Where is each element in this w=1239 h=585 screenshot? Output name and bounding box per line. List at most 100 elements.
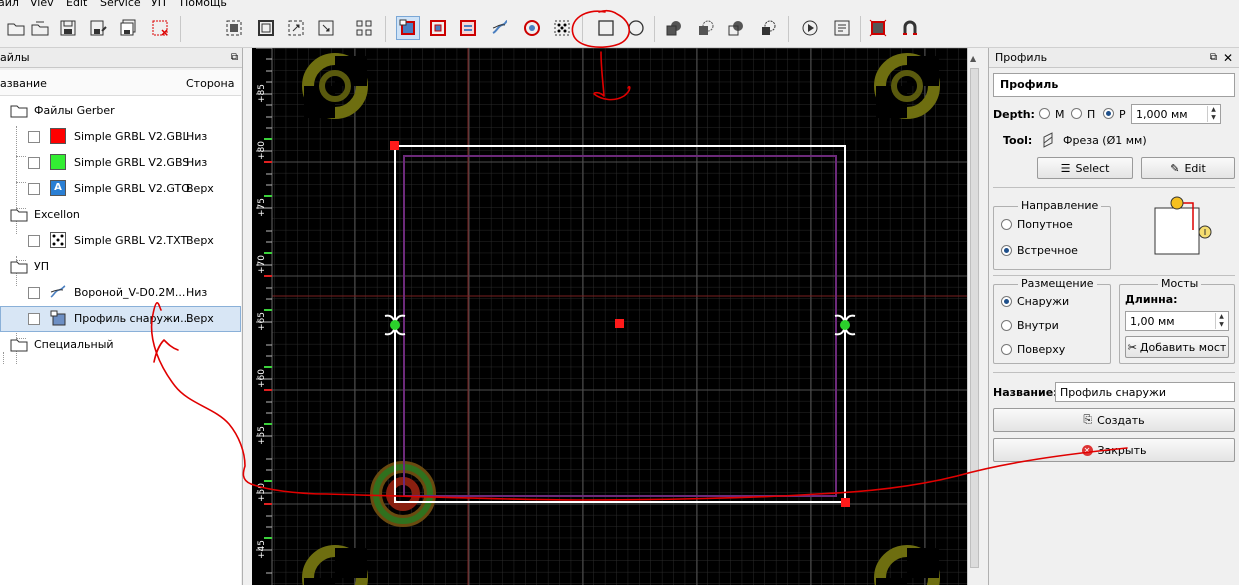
header-side[interactable]: Сторона <box>186 77 234 90</box>
zoom-region-icon[interactable] <box>314 16 338 40</box>
circle-shape-icon[interactable] <box>624 16 648 40</box>
zoom-selection-icon[interactable] <box>284 16 308 40</box>
union-icon[interactable] <box>662 16 686 40</box>
tree-row-txt[interactable]: Simple GRBL V2.TXT Верх <box>0 228 241 254</box>
ruler-label: +65 <box>257 312 267 331</box>
close-file-icon[interactable] <box>148 16 172 40</box>
tree-row-gbl[interactable]: Simple GRBL V2.GBL Низ <box>0 124 241 150</box>
tree-group-excellon[interactable]: Excellon <box>0 202 241 228</box>
select-button[interactable]: ☰ Select <box>1037 157 1133 179</box>
tree-group-toolpaths[interactable]: УП <box>0 254 241 280</box>
close-circle-icon: ✕ <box>1081 444 1093 456</box>
tree-side: Низ <box>186 130 208 143</box>
placement-radio-inside[interactable] <box>1001 320 1012 331</box>
cutter-icon <box>1043 132 1053 148</box>
create-button[interactable]: ⎘ Создать <box>993 408 1235 432</box>
menu-service[interactable]: Service <box>100 0 141 10</box>
canvas-scrollbar[interactable]: ▲ <box>967 48 981 585</box>
tree-row-voronoi[interactable]: Вороной_V-D0.2M... Низ <box>0 280 241 306</box>
visibility-checkbox[interactable] <box>28 313 40 325</box>
area-tool-icon[interactable] <box>456 16 480 40</box>
depth-radio-r[interactable] <box>1103 108 1114 119</box>
menu-file[interactable]: айл <box>0 0 19 10</box>
tree-row-gto[interactable]: A Simple GRBL V2.GTO Верх <box>0 176 241 202</box>
ruler-label: +70 <box>257 255 267 274</box>
tree-group-gerber[interactable]: Файлы Gerber <box>0 98 241 124</box>
close-button[interactable]: ✕ Закрыть <box>993 438 1235 462</box>
tree-header: азвание Сторона <box>0 70 241 96</box>
save-as-icon[interactable] <box>86 16 110 40</box>
pcb-canvas[interactable]: +85 +80 +75 +70 +65 +60 +55 +50 +45 <box>252 48 967 585</box>
board-outline-icon[interactable] <box>866 16 890 40</box>
zoom-fit-icon[interactable] <box>222 16 246 40</box>
save-icon[interactable] <box>56 16 80 40</box>
simulate-icon[interactable] <box>798 16 822 40</box>
files-tree[interactable]: азвание Сторона Файлы Gerber Simple GRBL… <box>0 70 241 585</box>
drill-grid-icon[interactable] <box>550 16 574 40</box>
zoom-board-icon[interactable] <box>254 16 278 40</box>
visibility-checkbox[interactable] <box>28 157 40 169</box>
drill-tool-icon[interactable] <box>520 16 544 40</box>
menu-view[interactable]: Viev <box>30 0 54 10</box>
tool-value[interactable]: Фреза (Ø1 мм) <box>1063 134 1147 147</box>
tree-label: Профиль снаружи... <box>74 312 191 325</box>
pocket-tool-icon[interactable] <box>426 16 450 40</box>
bridge-length-spinbox[interactable]: 1,00 мм ▲ ▼ <box>1125 311 1229 331</box>
add-bridge-button[interactable]: ✂ Добавить мост <box>1125 336 1229 358</box>
tree-label: Файлы Gerber <box>34 104 115 117</box>
tree-row-profile[interactable]: Профиль снаружи... Верх <box>0 306 241 332</box>
visibility-checkbox[interactable] <box>28 235 40 247</box>
depth-radio-p[interactable] <box>1071 108 1082 119</box>
direction-radio-conventional[interactable] <box>1001 245 1012 256</box>
grid-icon[interactable] <box>352 16 376 40</box>
menu-edit[interactable]: Edit <box>66 0 87 10</box>
gcode-icon[interactable] <box>830 16 854 40</box>
header-name[interactable]: азвание <box>0 77 47 90</box>
exclude-icon[interactable] <box>756 16 780 40</box>
layer-color-swatch <box>50 154 66 170</box>
corner-handle-bottom-right[interactable] <box>841 498 850 507</box>
visibility-checkbox[interactable] <box>28 131 40 143</box>
placement-radio-outside[interactable] <box>1001 296 1012 307</box>
placement-radio-on[interactable] <box>1001 344 1012 355</box>
visibility-checkbox[interactable] <box>28 287 40 299</box>
scroll-up-icon[interactable]: ▲ <box>970 54 976 63</box>
tree-row-gbs[interactable]: Simple GRBL V2.GBS Низ <box>0 150 241 176</box>
open-folder-icon[interactable] <box>4 16 28 40</box>
corner-handle-top-left[interactable] <box>390 141 399 150</box>
drill-holes-icon <box>50 232 66 248</box>
toolbar <box>0 10 1239 48</box>
ruler-label: +50 <box>257 483 267 502</box>
save-all-icon[interactable] <box>116 16 140 40</box>
tool-label: Tool: <box>1003 134 1033 147</box>
name-input[interactable]: Профиль снаружи <box>1055 382 1235 402</box>
menu-toolpath[interactable]: УП <box>151 0 166 10</box>
silkscreen-layer-icon: A <box>50 180 66 196</box>
depth-radio-m[interactable] <box>1039 108 1050 119</box>
subtract-icon[interactable] <box>694 16 718 40</box>
open-file-icon[interactable] <box>28 16 52 40</box>
direction-radio-climb[interactable] <box>1001 219 1012 230</box>
magnet-icon[interactable] <box>898 16 922 40</box>
bridge-handle-left[interactable] <box>390 320 400 330</box>
tree-side: Верх <box>186 234 214 247</box>
rectangle-shape-icon[interactable] <box>594 16 618 40</box>
spin-arrows-icon[interactable]: ▲ ▼ <box>1207 106 1219 122</box>
profile-tool-icon[interactable] <box>396 16 420 40</box>
folder-icon <box>10 105 28 118</box>
voronoi-tool-icon[interactable] <box>488 16 512 40</box>
intersect-icon[interactable] <box>724 16 748 40</box>
depth-spinbox[interactable]: 1,000 мм ▲ ▼ <box>1131 104 1221 124</box>
center-handle[interactable] <box>615 319 624 328</box>
spin-arrows-icon[interactable]: ▲ ▼ <box>1215 313 1227 329</box>
edit-button[interactable]: ✎ Edit <box>1141 157 1235 179</box>
dock-icon[interactable]: ⧉ <box>231 48 238 68</box>
visibility-checkbox[interactable] <box>28 183 40 195</box>
tree-group-special[interactable]: Специальный <box>0 332 241 358</box>
ruler-label: +75 <box>257 198 267 217</box>
bridge-handle-right[interactable] <box>840 320 850 330</box>
close-icon[interactable]: ✕ <box>1223 48 1233 68</box>
scroll-thumb[interactable] <box>970 68 979 568</box>
dock-icon[interactable]: ⧉ <box>1210 48 1217 68</box>
menu-help[interactable]: Помощь <box>180 0 227 10</box>
